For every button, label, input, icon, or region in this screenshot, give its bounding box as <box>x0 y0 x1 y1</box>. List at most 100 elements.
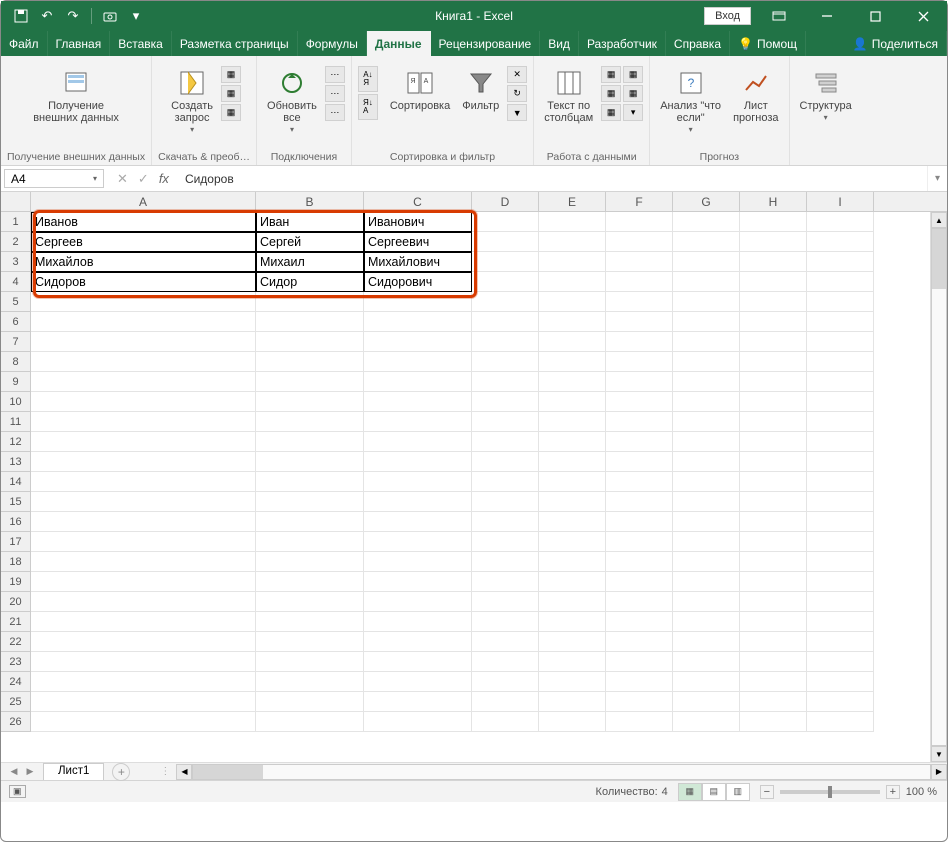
sheet-prev-icon[interactable]: ◀ <box>7 765 21 779</box>
cell[interactable] <box>364 552 472 572</box>
cell[interactable] <box>364 312 472 332</box>
cell[interactable] <box>539 712 606 732</box>
cell[interactable] <box>539 252 606 272</box>
cell[interactable] <box>472 712 539 732</box>
outline-button[interactable]: Структура ▾ <box>796 66 856 125</box>
row-header[interactable]: 26 <box>1 712 31 732</box>
col-header[interactable]: G <box>673 192 740 211</box>
tab-home[interactable]: Главная <box>48 31 111 56</box>
cell[interactable] <box>364 612 472 632</box>
cell[interactable] <box>539 412 606 432</box>
small-btn[interactable]: ⋯ <box>325 85 345 102</box>
zoom-value[interactable]: 100 % <box>906 786 937 798</box>
sort-asc-button[interactable]: A↓Я <box>358 66 378 92</box>
cell[interactable] <box>673 412 740 432</box>
cell[interactable] <box>539 632 606 652</box>
zoom-thumb[interactable] <box>828 786 832 798</box>
cell[interactable] <box>472 452 539 472</box>
cell[interactable] <box>31 632 256 652</box>
cell[interactable] <box>673 652 740 672</box>
cell[interactable] <box>606 472 673 492</box>
cell[interactable] <box>364 452 472 472</box>
row-header[interactable]: 15 <box>1 492 31 512</box>
row-header[interactable]: 17 <box>1 532 31 552</box>
cell[interactable] <box>606 452 673 472</box>
cell[interactable] <box>539 612 606 632</box>
cell[interactable] <box>539 492 606 512</box>
cell[interactable] <box>673 492 740 512</box>
share-button[interactable]: 👤Поделиться <box>845 31 947 56</box>
small-btn[interactable]: ↻ <box>507 85 527 102</box>
col-header[interactable]: F <box>606 192 673 211</box>
cell[interactable] <box>740 352 807 372</box>
cell[interactable] <box>740 232 807 252</box>
row-header[interactable]: 11 <box>1 412 31 432</box>
tab-data[interactable]: Данные <box>367 31 431 56</box>
cell[interactable] <box>256 372 364 392</box>
cell[interactable]: Михаил <box>256 252 364 272</box>
cell[interactable] <box>606 392 673 412</box>
row-header[interactable]: 16 <box>1 512 31 532</box>
cell[interactable] <box>740 572 807 592</box>
row-header[interactable]: 2 <box>1 232 31 252</box>
maximize-icon[interactable] <box>855 2 895 30</box>
cell[interactable] <box>472 272 539 292</box>
cell[interactable] <box>740 712 807 732</box>
tell-me[interactable]: 💡Помощ <box>730 31 806 56</box>
cell[interactable] <box>539 432 606 452</box>
cell[interactable] <box>31 572 256 592</box>
scroll-thumb[interactable] <box>932 229 946 289</box>
cell[interactable] <box>539 652 606 672</box>
filter-button[interactable]: Фильтр <box>458 66 503 114</box>
cell[interactable] <box>364 472 472 492</box>
record-macro-icon[interactable]: ▣ <box>9 785 26 798</box>
cell[interactable] <box>606 352 673 372</box>
cell[interactable] <box>807 312 874 332</box>
cell[interactable] <box>740 532 807 552</box>
cell[interactable] <box>31 432 256 452</box>
cell[interactable] <box>31 532 256 552</box>
cell[interactable]: Иванович <box>364 212 472 232</box>
row-header[interactable]: 22 <box>1 632 31 652</box>
cell[interactable] <box>472 352 539 372</box>
col-header[interactable]: B <box>256 192 364 211</box>
cell[interactable] <box>539 472 606 492</box>
scroll-down-icon[interactable]: ▼ <box>931 746 947 762</box>
cell[interactable] <box>539 232 606 252</box>
row-header[interactable]: 14 <box>1 472 31 492</box>
cell[interactable] <box>673 392 740 412</box>
row-header[interactable]: 10 <box>1 392 31 412</box>
tab-formulas[interactable]: Формулы <box>298 31 367 56</box>
cell[interactable] <box>807 412 874 432</box>
small-btn[interactable]: ▦ <box>221 66 241 83</box>
cell[interactable] <box>673 272 740 292</box>
cell[interactable] <box>807 612 874 632</box>
row-header[interactable]: 18 <box>1 552 31 572</box>
cell[interactable] <box>673 592 740 612</box>
cell[interactable] <box>472 312 539 332</box>
cell[interactable] <box>364 652 472 672</box>
cell[interactable]: Михайлович <box>364 252 472 272</box>
row-header[interactable]: 6 <box>1 312 31 332</box>
vertical-scrollbar[interactable]: ▲ ▼ <box>930 212 947 762</box>
cell[interactable]: Сидорович <box>364 272 472 292</box>
small-btn[interactable]: ▦ <box>601 66 621 83</box>
scroll-track[interactable] <box>192 764 931 780</box>
cell[interactable] <box>807 252 874 272</box>
row-header[interactable]: 1 <box>1 212 31 232</box>
cell[interactable] <box>364 352 472 372</box>
cell[interactable] <box>31 712 256 732</box>
cell[interactable] <box>472 252 539 272</box>
save-icon[interactable] <box>13 8 29 24</box>
redo-icon[interactable]: ↷ <box>65 8 81 24</box>
cell[interactable] <box>673 212 740 232</box>
cell[interactable] <box>472 392 539 412</box>
cell[interactable] <box>606 592 673 612</box>
small-btn[interactable]: ✕ <box>507 66 527 83</box>
cell[interactable] <box>472 672 539 692</box>
cell[interactable] <box>364 492 472 512</box>
cancel-icon[interactable]: ✕ <box>117 171 128 187</box>
cell[interactable] <box>740 632 807 652</box>
cell[interactable] <box>740 492 807 512</box>
cell[interactable] <box>472 652 539 672</box>
